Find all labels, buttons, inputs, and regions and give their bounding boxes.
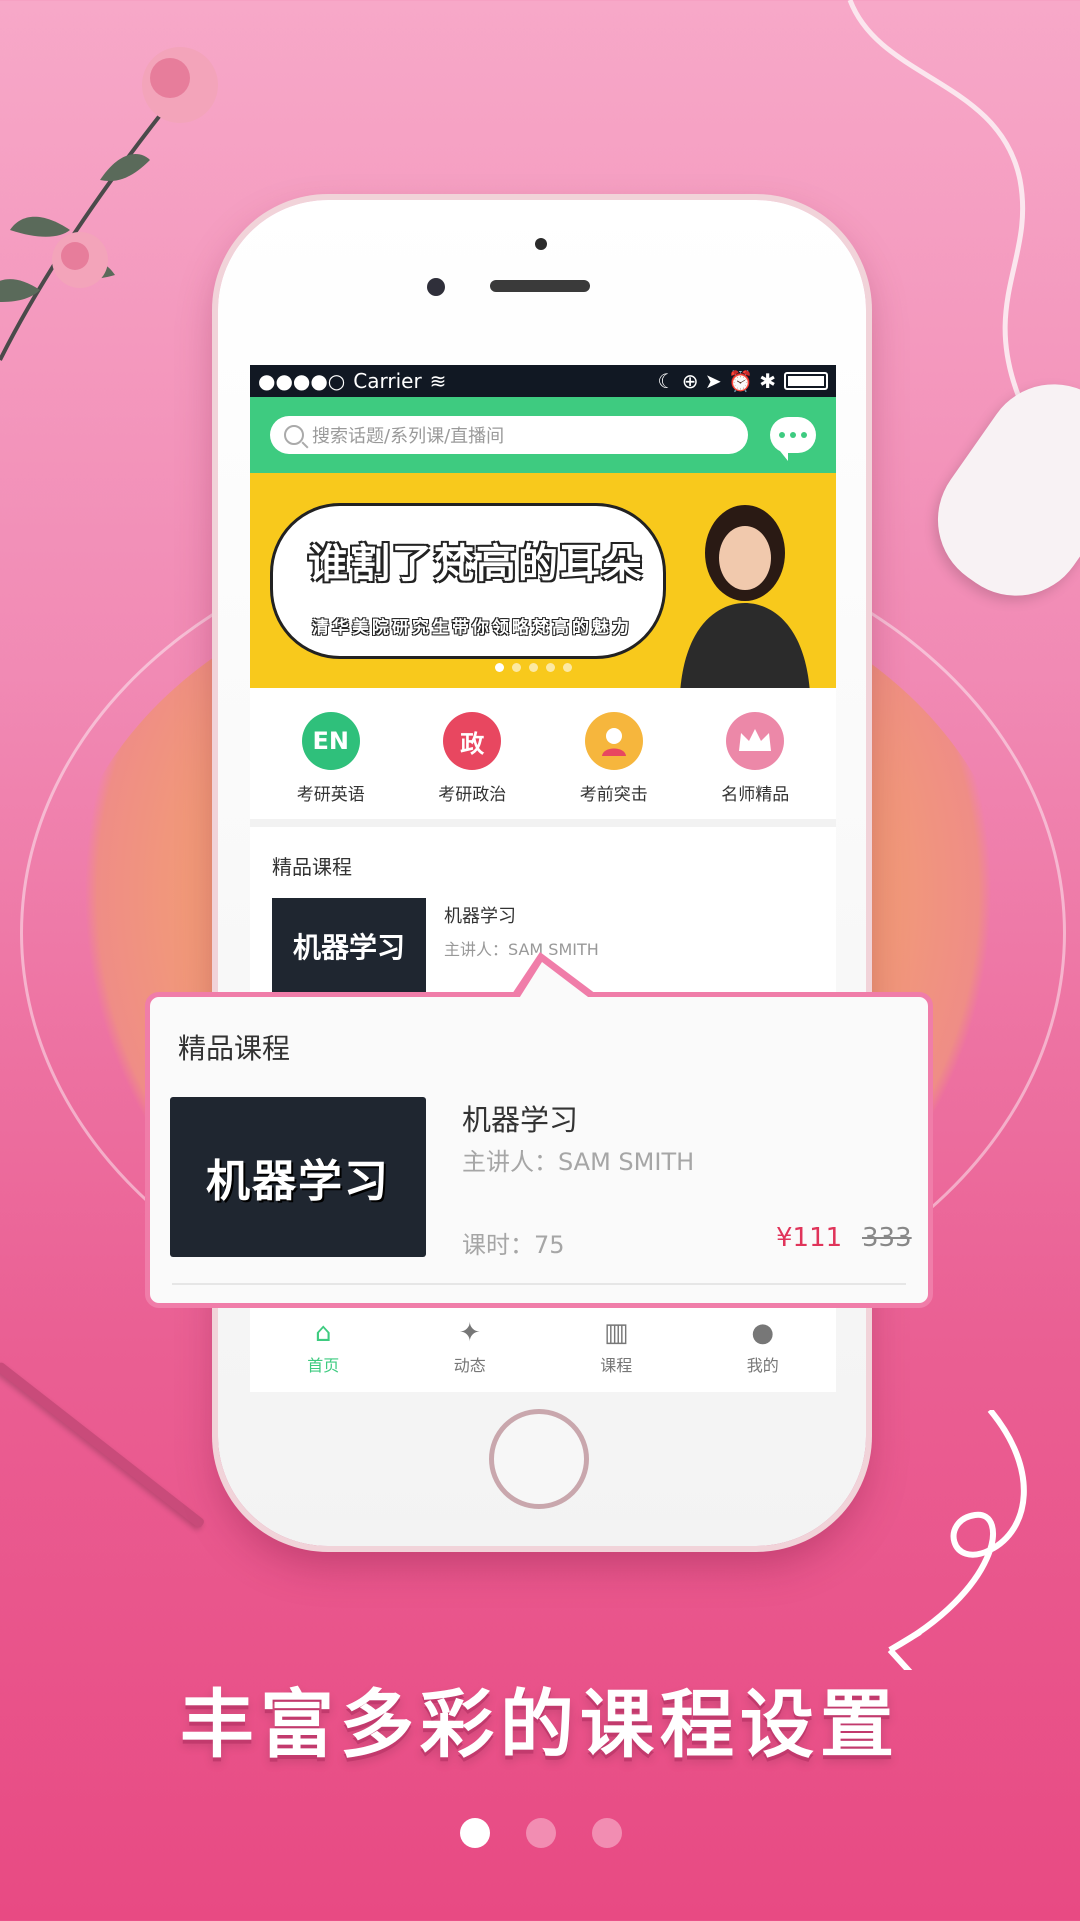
books-icon: ▥ — [603, 1318, 629, 1348]
banner-title: 谁割了梵高的耳朵 — [308, 541, 644, 587]
category-english[interactable]: EN 考研英语 — [271, 712, 391, 805]
featured-section-title: 精品课程 — [272, 855, 352, 879]
callout-thumb-text: 机器学习 — [206, 1156, 390, 1207]
pinwheel-icon: ✦ — [458, 1318, 481, 1348]
earpiece-speaker — [490, 280, 590, 292]
home-button[interactable] — [489, 1409, 589, 1509]
tab-label: 动态 — [453, 1356, 486, 1375]
tab-feed[interactable]: ✦ 动态 — [454, 1318, 486, 1376]
status-bar: ●●●●○ Carrier ≋ ☾ ⊕ ➤ ⏰ ✱ — [250, 365, 836, 397]
tab-profile[interactable]: ● 我的 — [747, 1318, 779, 1376]
presenter-photo — [680, 505, 810, 688]
search-placeholder: 搜索话题/系列课/直播间 — [312, 426, 505, 447]
carrier-name: Carrier — [353, 369, 422, 393]
banner-dot[interactable] — [495, 663, 504, 672]
banner-dot[interactable] — [546, 663, 555, 672]
category-masters[interactable]: 名师精品 — [695, 712, 815, 805]
tab-courses[interactable]: ▥ 课程 — [600, 1318, 632, 1376]
person-icon: ● — [751, 1318, 775, 1348]
bottom-tab-bar: ⌂ 首页 ✦ 动态 ▥ 课程 ● 我的 — [250, 1301, 836, 1392]
callout-price: ¥111 — [776, 1223, 843, 1253]
status-icons: ☾ ⊕ ➤ ⏰ ✱ — [657, 369, 776, 393]
callout-divider — [172, 1283, 906, 1285]
pen-decoration — [0, 1361, 206, 1529]
category-politics[interactable]: 政 考研政治 — [412, 712, 532, 805]
promo-banner[interactable]: 谁割了梵高的耳朵 清华美院研究生带你领略梵高的魅力 — [250, 473, 836, 688]
category-label: 考研英语 — [296, 785, 365, 805]
tab-label: 课程 — [600, 1356, 633, 1375]
banner-dot[interactable] — [563, 663, 572, 672]
callout-pointer-inner — [518, 962, 592, 1000]
proximity-sensor — [535, 238, 547, 250]
callout-course-thumbnail: 机器学习 — [170, 1097, 426, 1257]
crown-badge-icon — [726, 712, 785, 770]
chat-bubble-icon[interactable] — [770, 417, 816, 461]
category-label: 考研政治 — [438, 785, 507, 805]
search-input[interactable]: 搜索话题/系列课/直播间 — [270, 416, 748, 454]
battery-icon — [784, 372, 828, 390]
home-icon: ⌂ — [314, 1318, 332, 1348]
en-badge-icon: EN — [301, 712, 360, 770]
page-dot[interactable] — [526, 1818, 556, 1848]
student-badge-icon — [584, 712, 643, 770]
category-grid: EN 考研英语 政 考研政治 考前突击 名师精品 — [250, 688, 836, 827]
callout-course-name: 机器学习 — [462, 1103, 579, 1137]
callout-course-hours: 课时：75 — [462, 1231, 565, 1259]
politics-badge-icon: 政 — [443, 712, 502, 770]
banner-subtitle: 清华美院研究生带你领略梵高的魅力 — [312, 618, 632, 638]
front-camera — [427, 278, 445, 296]
curly-arrow-decoration — [887, 1410, 1027, 1670]
flower-decoration — [0, 47, 218, 361]
category-label: 考前突击 — [579, 785, 648, 805]
banner-dot[interactable] — [512, 663, 521, 672]
tab-label: 我的 — [746, 1356, 779, 1375]
signal-strength: ●●●●○ — [258, 369, 346, 393]
course-thumbnail: 机器学习 — [272, 898, 426, 994]
onboarding-pagination — [460, 1818, 622, 1848]
course-name: 机器学习 — [444, 906, 516, 927]
page-dot[interactable] — [460, 1818, 490, 1848]
search-header: 搜索话题/系列课/直播间 — [250, 397, 836, 473]
banner-dot[interactable] — [529, 663, 538, 672]
category-label: 名师精品 — [721, 785, 790, 805]
callout-section-title: 精品课程 — [178, 1032, 291, 1065]
page-dot[interactable] — [592, 1818, 622, 1848]
slogan-text: 丰富多彩的课程设置 — [180, 1682, 900, 1768]
search-icon — [284, 425, 304, 445]
tab-home[interactable]: ⌂ 首页 — [307, 1318, 339, 1376]
tab-label: 首页 — [307, 1356, 340, 1375]
callout-original-price: 333 — [862, 1223, 912, 1253]
course-callout-card[interactable]: 精品课程 机器学习 机器学习 主讲人：SAM SMITH 课时：75 ¥111 … — [145, 992, 933, 1308]
category-cram[interactable]: 考前突击 — [554, 712, 674, 805]
callout-course-teacher: 主讲人：SAM SMITH — [462, 1148, 695, 1176]
wifi-icon: ≋ — [429, 369, 447, 393]
banner-pagination — [495, 663, 572, 672]
